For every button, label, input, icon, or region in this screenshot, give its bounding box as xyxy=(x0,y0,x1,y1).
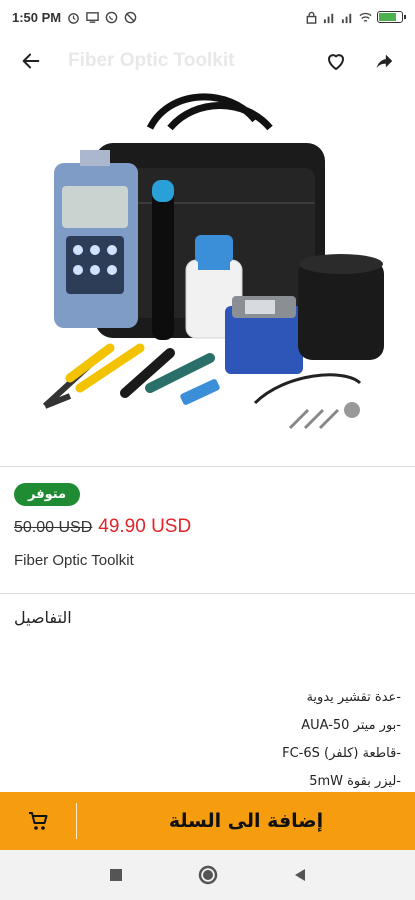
cart-icon-wrap xyxy=(0,792,76,850)
wifi-icon xyxy=(359,12,372,22)
details-line: -ليزر بقوة 5mW xyxy=(309,774,401,789)
page-title: Fiber Optic Toolkit xyxy=(68,50,235,71)
sale-price: 49.90 USD xyxy=(98,516,192,537)
details-title: التفاصيل xyxy=(14,608,72,627)
price-row: 50.00 USD 49.90 USD xyxy=(14,516,401,538)
details-line: -قاطعة (كلفر) FC-6S xyxy=(282,746,401,761)
carry-pouch xyxy=(298,254,384,360)
divider xyxy=(76,803,77,839)
power-meter xyxy=(54,150,138,328)
screen-icon xyxy=(86,11,99,23)
system-back-button[interactable] xyxy=(289,864,311,886)
app-bar: Fiber Optic Toolkit xyxy=(0,34,415,88)
share-button[interactable] xyxy=(369,46,399,76)
product-info: متوفر 50.00 USD 49.90 USD Fiber Optic To… xyxy=(0,467,415,593)
signal-icon-2 xyxy=(341,13,352,23)
details-list: -عدة تقشير يدوية -بور ميتر AUA-50 -قاطعة… xyxy=(282,684,401,792)
product-name: Fiber Optic Toolkit xyxy=(14,552,134,569)
status-badge: متوفر xyxy=(14,483,81,506)
alarm-icon xyxy=(68,12,79,24)
lock-icon xyxy=(306,11,317,24)
old-price: 50.00 USD xyxy=(14,519,93,536)
cable-stripper xyxy=(120,348,220,405)
back-button[interactable] xyxy=(16,46,46,76)
details-line: -عدة تقشير يدوية xyxy=(306,690,401,705)
recents-button[interactable] xyxy=(105,864,127,886)
lanyard-and-keys xyxy=(253,373,362,430)
add-to-cart-label: إضافة الى السلة xyxy=(168,810,324,832)
home-button[interactable] xyxy=(197,864,219,886)
share-arrow-icon xyxy=(376,54,393,69)
heart-outline-icon xyxy=(328,54,344,70)
cart-icon xyxy=(29,812,48,830)
circle-icon xyxy=(198,865,217,885)
square-icon xyxy=(109,869,122,881)
status-bar: 1:50 PM xyxy=(0,0,415,34)
favorite-button[interactable] xyxy=(321,46,351,76)
fiber-cleaver xyxy=(225,296,303,374)
signal-icon xyxy=(323,13,334,23)
whatsapp-icon xyxy=(105,11,118,23)
battery-icon xyxy=(377,11,406,23)
arrow-left-icon xyxy=(22,53,40,69)
add-to-cart-button[interactable]: إضافة الى السلة xyxy=(0,792,415,850)
status-time: 1:50 PM xyxy=(12,9,62,25)
triangle-back-icon xyxy=(294,869,305,881)
blocked-icon xyxy=(124,11,137,23)
system-nav-bar xyxy=(0,850,415,900)
visual-fault-locator xyxy=(152,180,174,340)
details-section: التفاصيل -عدة تقشير يدوية -بور ميتر AUA-… xyxy=(0,594,415,792)
details-line: -بور ميتر AUA-50 xyxy=(301,718,401,733)
product-image xyxy=(0,88,415,466)
